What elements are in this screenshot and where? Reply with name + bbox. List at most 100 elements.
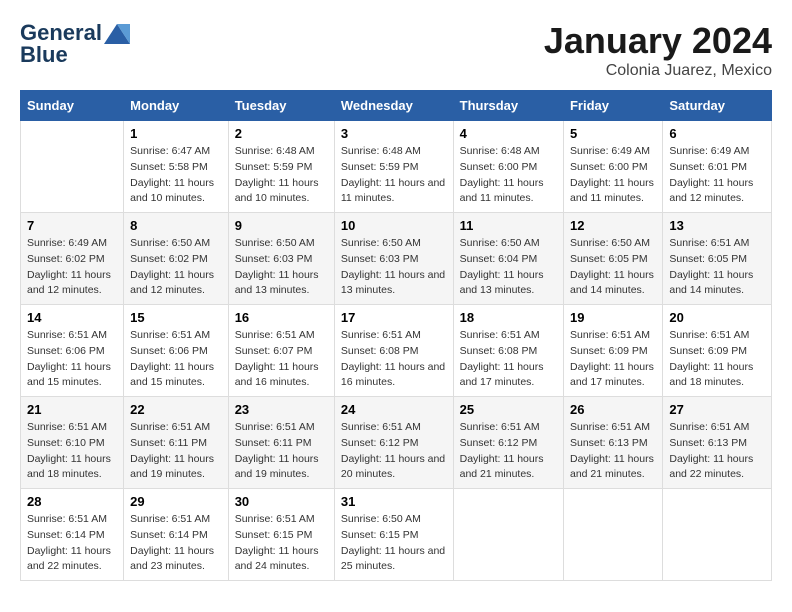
cell-info: Sunrise: 6:51 AMSunset: 6:12 PMDaylight:… xyxy=(341,420,447,483)
cell-info: Sunrise: 6:48 AMSunset: 5:59 PMDaylight:… xyxy=(341,144,447,207)
calendar-cell xyxy=(453,489,563,581)
title-block: January 2024 Colonia Juarez, Mexico xyxy=(544,20,772,80)
cell-info: Sunrise: 6:51 AMSunset: 6:09 PMDaylight:… xyxy=(570,328,656,391)
day-number: 25 xyxy=(460,402,557,417)
header-row: Sunday Monday Tuesday Wednesday Thursday… xyxy=(21,91,772,121)
cell-info: Sunrise: 6:51 AMSunset: 6:12 PMDaylight:… xyxy=(460,420,557,483)
day-number: 22 xyxy=(130,402,222,417)
cell-info: Sunrise: 6:51 AMSunset: 6:06 PMDaylight:… xyxy=(130,328,222,391)
day-number: 10 xyxy=(341,218,447,233)
day-number: 23 xyxy=(235,402,328,417)
header-friday: Friday xyxy=(563,91,662,121)
day-number: 6 xyxy=(669,126,765,141)
calendar-cell: 17 Sunrise: 6:51 AMSunset: 6:08 PMDayligh… xyxy=(334,305,453,397)
day-number: 26 xyxy=(570,402,656,417)
day-number: 11 xyxy=(460,218,557,233)
day-number: 31 xyxy=(341,494,447,509)
calendar-cell: 24 Sunrise: 6:51 AMSunset: 6:12 PMDayligh… xyxy=(334,397,453,489)
calendar-cell: 15Sunrise: 6:51 AMSunset: 6:06 PMDayligh… xyxy=(124,305,229,397)
calendar-cell: 30Sunrise: 6:51 AMSunset: 6:15 PMDayligh… xyxy=(228,489,334,581)
day-number: 20 xyxy=(669,310,765,325)
calendar-cell: 11 Sunrise: 6:50 AMSunset: 6:04 PMDayligh… xyxy=(453,213,563,305)
cell-info: Sunrise: 6:51 AMSunset: 6:14 PMDaylight:… xyxy=(130,512,222,575)
header-tuesday: Tuesday xyxy=(228,91,334,121)
cell-info: Sunrise: 6:51 AMSunset: 6:10 PMDaylight:… xyxy=(27,420,117,483)
cell-info: Sunrise: 6:51 AMSunset: 6:08 PMDaylight:… xyxy=(341,328,447,391)
calendar-cell: 3Sunrise: 6:48 AMSunset: 5:59 PMDaylight… xyxy=(334,121,453,213)
day-number: 16 xyxy=(235,310,328,325)
cell-info: Sunrise: 6:51 AMSunset: 6:09 PMDaylight:… xyxy=(669,328,765,391)
cell-info: Sunrise: 6:51 AMSunset: 6:05 PMDaylight:… xyxy=(669,236,765,299)
calendar-cell: 6 Sunrise: 6:49 AMSunset: 6:01 PMDaylight… xyxy=(663,121,772,213)
calendar-cell: 10 Sunrise: 6:50 AMSunset: 6:03 PMDayligh… xyxy=(334,213,453,305)
header-sunday: Sunday xyxy=(21,91,124,121)
subtitle: Colonia Juarez, Mexico xyxy=(544,62,772,80)
header-thursday: Thursday xyxy=(453,91,563,121)
day-number: 1 xyxy=(130,126,222,141)
calendar-cell xyxy=(563,489,662,581)
cell-info: Sunrise: 6:48 AMSunset: 5:59 PMDaylight:… xyxy=(235,144,328,207)
cell-info: Sunrise: 6:49 AMSunset: 6:02 PMDaylight:… xyxy=(27,236,117,299)
header-saturday: Saturday xyxy=(663,91,772,121)
cell-info: Sunrise: 6:50 AMSunset: 6:03 PMDaylight:… xyxy=(341,236,447,299)
day-number: 12 xyxy=(570,218,656,233)
cell-info: Sunrise: 6:50 AMSunset: 6:04 PMDaylight:… xyxy=(460,236,557,299)
calendar-cell: 12Sunrise: 6:50 AMSunset: 6:05 PMDayligh… xyxy=(563,213,662,305)
day-number: 30 xyxy=(235,494,328,509)
calendar-cell: 21 Sunrise: 6:51 AMSunset: 6:10 PMDayligh… xyxy=(21,397,124,489)
calendar-cell: 5Sunrise: 6:49 AMSunset: 6:00 PMDaylight… xyxy=(563,121,662,213)
calendar-cell: 2 Sunrise: 6:48 AMSunset: 5:59 PMDaylight… xyxy=(228,121,334,213)
day-number: 7 xyxy=(27,218,117,233)
week-row-1: 7 Sunrise: 6:49 AMSunset: 6:02 PMDaylight… xyxy=(21,213,772,305)
page-header: General Blue January 2024 Colonia Juarez… xyxy=(20,20,772,80)
calendar-cell: 4 Sunrise: 6:48 AMSunset: 6:00 PMDaylight… xyxy=(453,121,563,213)
day-number: 8 xyxy=(130,218,222,233)
day-number: 13 xyxy=(669,218,765,233)
cell-info: Sunrise: 6:51 AMSunset: 6:13 PMDaylight:… xyxy=(570,420,656,483)
calendar-cell: 7 Sunrise: 6:49 AMSunset: 6:02 PMDaylight… xyxy=(21,213,124,305)
calendar-cell: 8Sunrise: 6:50 AMSunset: 6:02 PMDaylight… xyxy=(124,213,229,305)
day-number: 2 xyxy=(235,126,328,141)
week-row-3: 21 Sunrise: 6:51 AMSunset: 6:10 PMDayligh… xyxy=(21,397,772,489)
calendar-cell xyxy=(21,121,124,213)
day-number: 9 xyxy=(235,218,328,233)
calendar-cell: 27 Sunrise: 6:51 AMSunset: 6:13 PMDayligh… xyxy=(663,397,772,489)
cell-info: Sunrise: 6:51 AMSunset: 6:06 PMDaylight:… xyxy=(27,328,117,391)
cell-info: Sunrise: 6:51 AMSunset: 6:13 PMDaylight:… xyxy=(669,420,765,483)
calendar-cell: 19 Sunrise: 6:51 AMSunset: 6:09 PMDayligh… xyxy=(563,305,662,397)
header-monday: Monday xyxy=(124,91,229,121)
calendar-cell: 1Sunrise: 6:47 AMSunset: 5:58 PMDaylight… xyxy=(124,121,229,213)
day-number: 19 xyxy=(570,310,656,325)
cell-info: Sunrise: 6:51 AMSunset: 6:14 PMDaylight:… xyxy=(27,512,117,575)
day-number: 18 xyxy=(460,310,557,325)
calendar-table: Sunday Monday Tuesday Wednesday Thursday… xyxy=(20,90,772,581)
calendar-cell: 31 Sunrise: 6:50 AMSunset: 6:15 PMDayligh… xyxy=(334,489,453,581)
day-number: 28 xyxy=(27,494,117,509)
logo-icon xyxy=(104,24,130,44)
cell-info: Sunrise: 6:51 AMSunset: 6:11 PMDaylight:… xyxy=(130,420,222,483)
day-number: 27 xyxy=(669,402,765,417)
cell-info: Sunrise: 6:50 AMSunset: 6:15 PMDaylight:… xyxy=(341,512,447,575)
logo: General Blue xyxy=(20,20,130,69)
calendar-cell: 13 Sunrise: 6:51 AMSunset: 6:05 PMDayligh… xyxy=(663,213,772,305)
header-wednesday: Wednesday xyxy=(334,91,453,121)
day-number: 24 xyxy=(341,402,447,417)
calendar-cell xyxy=(663,489,772,581)
week-row-0: 1Sunrise: 6:47 AMSunset: 5:58 PMDaylight… xyxy=(21,121,772,213)
calendar-cell: 16 Sunrise: 6:51 AMSunset: 6:07 PMDayligh… xyxy=(228,305,334,397)
calendar-cell: 9 Sunrise: 6:50 AMSunset: 6:03 PMDaylight… xyxy=(228,213,334,305)
cell-info: Sunrise: 6:51 AMSunset: 6:11 PMDaylight:… xyxy=(235,420,328,483)
calendar-cell: 22 Sunrise: 6:51 AMSunset: 6:11 PMDayligh… xyxy=(124,397,229,489)
calendar-cell: 26 Sunrise: 6:51 AMSunset: 6:13 PMDayligh… xyxy=(563,397,662,489)
day-number: 14 xyxy=(27,310,117,325)
cell-info: Sunrise: 6:49 AMSunset: 6:01 PMDaylight:… xyxy=(669,144,765,207)
day-number: 4 xyxy=(460,126,557,141)
cell-info: Sunrise: 6:50 AMSunset: 6:03 PMDaylight:… xyxy=(235,236,328,299)
calendar-cell: 25 Sunrise: 6:51 AMSunset: 6:12 PMDayligh… xyxy=(453,397,563,489)
day-number: 5 xyxy=(570,126,656,141)
cell-info: Sunrise: 6:48 AMSunset: 6:00 PMDaylight:… xyxy=(460,144,557,207)
day-number: 17 xyxy=(341,310,447,325)
day-number: 21 xyxy=(27,402,117,417)
day-number: 29 xyxy=(130,494,222,509)
cell-info: Sunrise: 6:51 AMSunset: 6:07 PMDaylight:… xyxy=(235,328,328,391)
